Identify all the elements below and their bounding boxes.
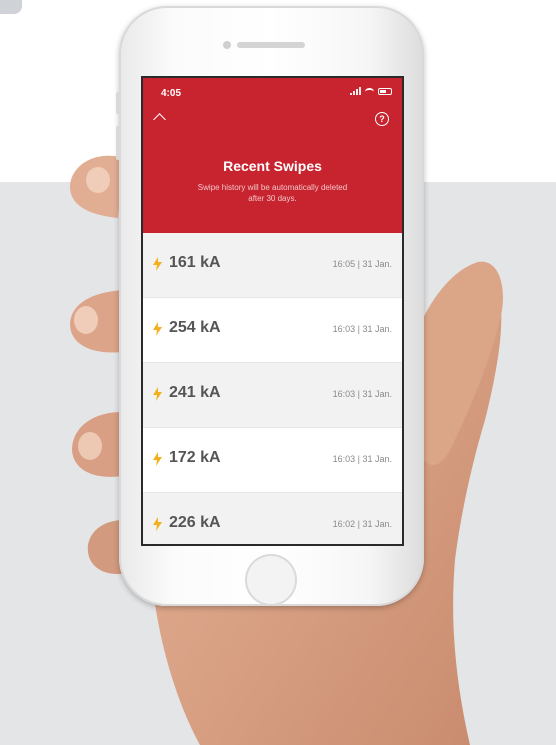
list-item[interactable]: 172 kA 16:03 | 31 Jan. xyxy=(143,428,402,493)
swipe-list: 161 kA 16:05 | 31 Jan. 254 kA 16:03 | 31… xyxy=(143,233,402,544)
page-subtitle: Swipe history will be automatically dele… xyxy=(197,183,348,203)
page-title: Recent Swipes xyxy=(223,158,322,174)
swipe-timestamp: 16:05 | 31 Jan. xyxy=(332,259,392,269)
swipe-value: 172 kA xyxy=(169,449,221,466)
home-button[interactable] xyxy=(245,554,297,606)
swipe-timestamp: 16:02 | 31 Jan. xyxy=(332,519,392,529)
swipe-value: 226 kA xyxy=(169,514,221,531)
battery-icon xyxy=(378,87,392,95)
list-item[interactable]: 254 kA 16:03 | 31 Jan. xyxy=(143,298,402,363)
swipe-value: 254 kA xyxy=(169,319,221,336)
status-time: 4:05 xyxy=(161,88,182,99)
swipe-timestamp: 16:03 | 31 Jan. xyxy=(332,324,392,334)
swipe-timestamp: 16:03 | 31 Jan. xyxy=(332,454,392,464)
volume-up-button[interactable] xyxy=(116,92,120,114)
front-camera xyxy=(223,41,231,49)
header: 4:05 ? Recent Swipes Swipe history will … xyxy=(143,78,402,233)
app-screen: 4:05 ? Recent Swipes Swipe history will … xyxy=(143,78,402,544)
lightning-bolt-icon xyxy=(153,452,162,466)
lightning-bolt-icon xyxy=(153,257,162,271)
wifi-icon xyxy=(365,87,374,95)
earpiece-speaker xyxy=(237,42,305,48)
list-item[interactable]: 161 kA 16:05 | 31 Jan. xyxy=(143,233,402,298)
swipe-value: 241 kA xyxy=(169,384,221,401)
list-item[interactable]: 241 kA 16:03 | 31 Jan. xyxy=(143,363,402,428)
swipe-timestamp: 16:03 | 31 Jan. xyxy=(332,389,392,399)
chevron-up-icon[interactable] xyxy=(153,113,166,126)
swipe-value: 161 kA xyxy=(169,254,221,271)
help-circle-icon[interactable]: ? xyxy=(375,112,389,126)
lightning-bolt-icon xyxy=(153,322,162,336)
status-icons xyxy=(350,87,392,95)
signal-icon xyxy=(350,87,361,95)
volume-down-button[interactable] xyxy=(116,126,120,160)
list-item[interactable]: 226 kA 16:02 | 31 Jan. xyxy=(143,493,402,544)
lightning-bolt-icon xyxy=(153,387,162,401)
lightning-bolt-icon xyxy=(153,517,162,531)
